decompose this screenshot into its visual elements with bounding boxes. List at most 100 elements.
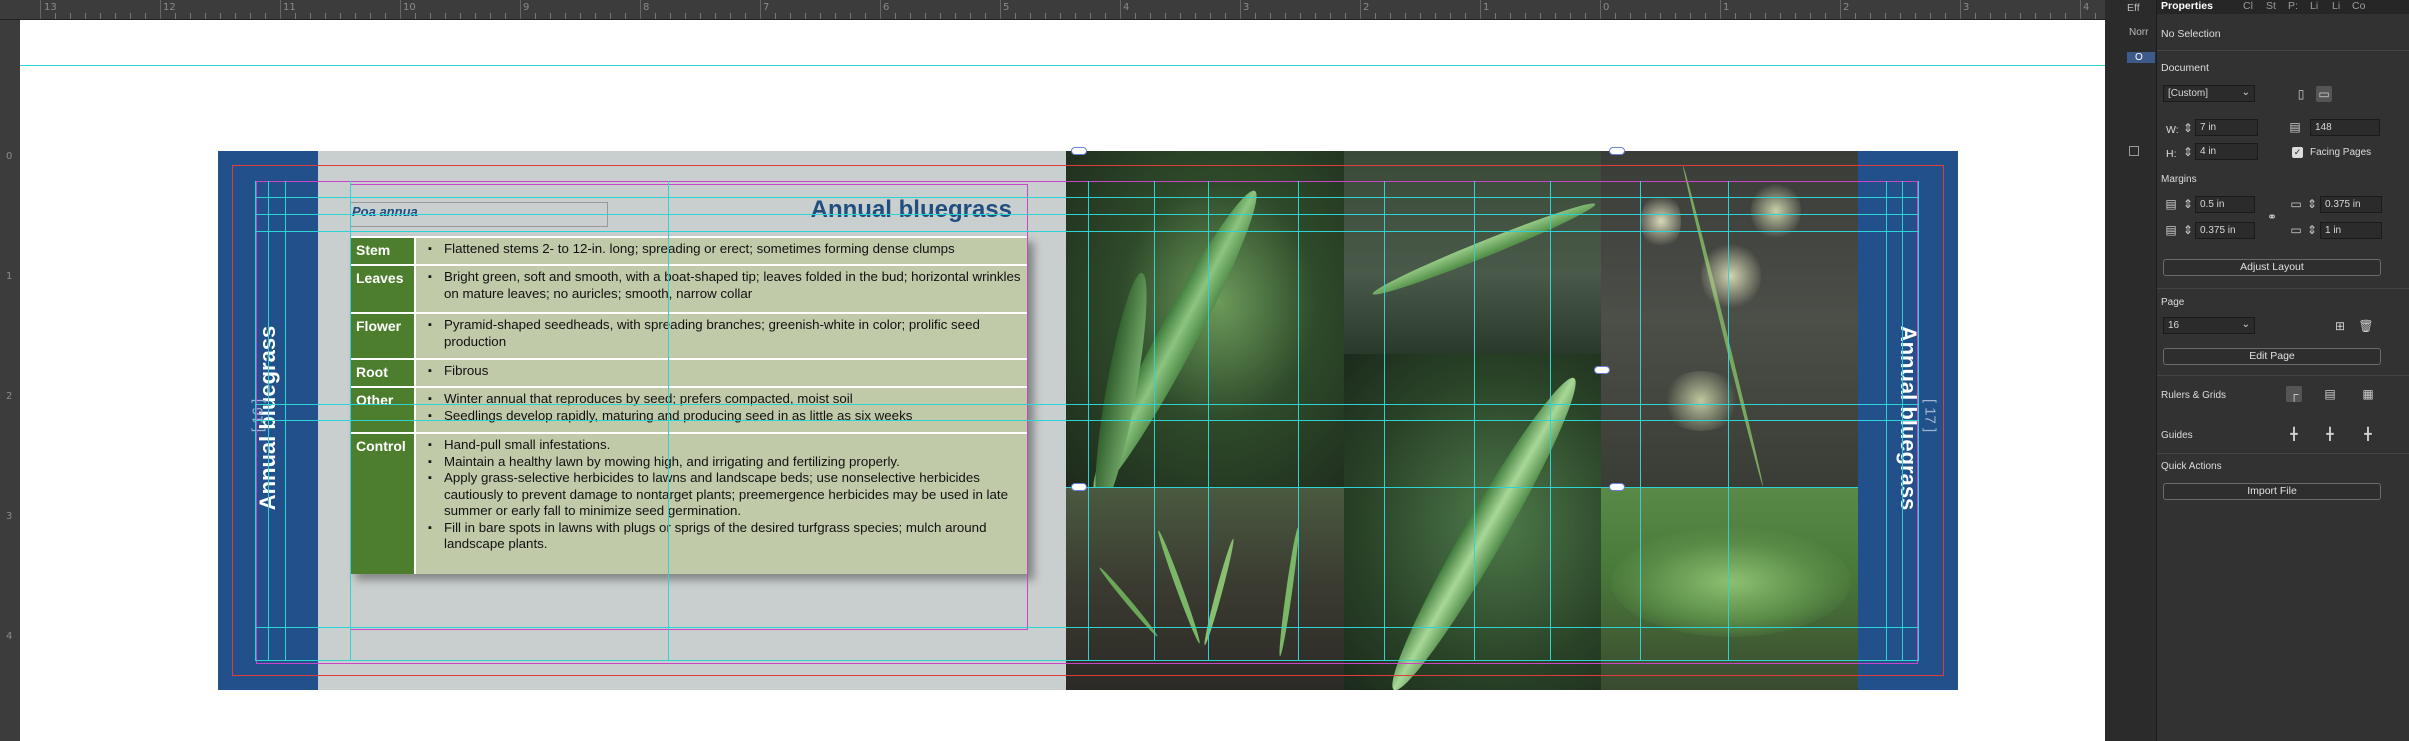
row-guide[interactable] xyxy=(256,627,1918,628)
column-guide[interactable] xyxy=(1918,181,1919,661)
margin-inside-field[interactable]: 0.375 in xyxy=(2320,196,2382,213)
ruler-tick xyxy=(1660,13,1661,19)
column-guide[interactable] xyxy=(268,181,269,661)
tab-cc-libraries[interactable]: Cl xyxy=(2243,0,2253,12)
tab-color[interactable]: Co xyxy=(2352,0,2365,12)
stepper-icon[interactable]: ⇕ xyxy=(2183,120,2193,136)
width-field[interactable]: 7 in xyxy=(2195,119,2258,136)
effects-tab[interactable]: Eff xyxy=(2127,2,2140,14)
panel-tabs: Properties Cl St P: Li Li Co xyxy=(2157,0,2409,14)
row-guide[interactable] xyxy=(256,420,1918,421)
tab-pages[interactable]: P: xyxy=(2288,0,2298,12)
ruler-tick xyxy=(1015,13,1016,19)
column-guide[interactable] xyxy=(1088,181,1089,661)
column-guide[interactable] xyxy=(350,181,351,661)
horizontal-ruler[interactable]: 13 12 11 10 9 8 7 6 5 4 3 2 1 0 1 2 3 4 xyxy=(0,0,2105,20)
stepper-icon[interactable]: ⇕ xyxy=(2183,222,2193,238)
row-guide[interactable] xyxy=(256,404,1918,405)
ruler-tick xyxy=(475,13,476,19)
landscape-orientation-icon[interactable]: ▭ xyxy=(2316,86,2332,102)
smart-guides-icon[interactable]: ╋ xyxy=(2360,426,2376,442)
column-guide[interactable] xyxy=(1728,181,1729,661)
column-guide[interactable] xyxy=(1474,181,1475,661)
frame-link-handle[interactable] xyxy=(1609,483,1625,491)
ruler-tick xyxy=(1225,13,1226,19)
stepper-icon[interactable]: ⇕ xyxy=(2307,222,2317,238)
ruler-guide[interactable] xyxy=(20,65,2105,66)
page-select[interactable]: 16 ⌄ xyxy=(2163,317,2255,334)
row-guide[interactable] xyxy=(256,197,1918,198)
frame-link-handle[interactable] xyxy=(1609,147,1625,155)
frame-link-handle[interactable] xyxy=(1594,366,1610,374)
ruler-tick xyxy=(460,13,461,19)
margin-bottom-field[interactable]: 0.375 in xyxy=(2195,222,2255,239)
divider xyxy=(2157,50,2409,51)
margin-top-field[interactable]: 0.5 in xyxy=(2195,196,2255,213)
column-guide[interactable] xyxy=(1640,181,1641,661)
vertical-ruler[interactable]: 0 1 2 3 4 xyxy=(0,20,20,741)
ruler-tick xyxy=(1810,13,1811,19)
column-guide[interactable] xyxy=(1886,181,1887,661)
checkbox[interactable] xyxy=(2129,146,2139,156)
ruler-number: 3 xyxy=(1963,2,1970,13)
add-page-icon[interactable]: ⊞ xyxy=(2332,318,2348,334)
row-guide[interactable] xyxy=(256,214,1918,215)
frame-link-handle[interactable] xyxy=(1071,147,1087,155)
link-margins-icon[interactable]: ⚭ xyxy=(2264,209,2280,225)
object-row[interactable]: O xyxy=(2127,52,2155,63)
ruler-number: 2 xyxy=(6,391,13,402)
ruler-tick xyxy=(370,13,371,19)
edit-page-button[interactable]: Edit Page xyxy=(2163,348,2381,365)
pages-count-field[interactable]: 148 xyxy=(2310,119,2380,136)
stepper-icon[interactable]: ⇕ xyxy=(2183,144,2193,160)
ruler-tick xyxy=(1285,13,1286,19)
lock-guides-icon[interactable]: ╋ xyxy=(2322,426,2338,442)
column-guide[interactable] xyxy=(668,181,669,661)
ruler-tick xyxy=(250,13,251,19)
column-guide[interactable] xyxy=(1902,181,1903,661)
column-guide[interactable] xyxy=(1154,181,1155,661)
stepper-icon[interactable]: ⇕ xyxy=(2183,196,2193,212)
row-guide[interactable] xyxy=(256,231,1918,232)
ruler-tick xyxy=(775,13,776,19)
column-guide[interactable] xyxy=(285,181,286,661)
height-field[interactable]: 4 in xyxy=(2195,143,2258,160)
ruler-tick xyxy=(1945,13,1946,19)
row-guide[interactable] xyxy=(256,660,1918,661)
show-guides-icon[interactable]: ╋ xyxy=(2286,426,2302,442)
column-guide[interactable] xyxy=(255,181,256,661)
ruler-tick xyxy=(970,13,971,19)
column-guide[interactable] xyxy=(1384,181,1385,661)
rulers-grids-title: Rulers & Grids xyxy=(2161,390,2227,401)
collapsed-panel-strip[interactable]: Eff Norr O xyxy=(2105,0,2157,741)
ruler-number: 0 xyxy=(1603,2,1610,13)
document-preset-select[interactable]: [Custom] ⌄ xyxy=(2163,85,2255,102)
ruler-tick xyxy=(325,13,326,19)
portrait-orientation-icon[interactable]: ▯ xyxy=(2293,86,2309,102)
divider xyxy=(2157,453,2409,454)
tab-layers[interactable]: Li xyxy=(2332,0,2340,12)
row-guide[interactable] xyxy=(1066,487,1858,488)
ruler-toggle-icon[interactable]: ┌ xyxy=(2286,386,2302,402)
ruler-tick xyxy=(1675,13,1676,19)
ruler-tick xyxy=(1030,13,1031,19)
tab-properties[interactable]: Properties xyxy=(2161,0,2213,12)
stepper-icon[interactable]: ⇕ xyxy=(2307,196,2317,212)
baseline-grid-icon[interactable]: ▤ xyxy=(2322,386,2338,402)
delete-page-icon[interactable]: 🗑 xyxy=(2358,318,2374,334)
tab-stroke[interactable]: St xyxy=(2266,0,2276,12)
column-guide[interactable] xyxy=(1208,181,1209,661)
normal-mode-label[interactable]: Norr xyxy=(2129,27,2148,38)
facing-pages-checkbox[interactable]: ✓ xyxy=(2292,147,2303,158)
ruler-tick xyxy=(1750,13,1751,19)
pages-icon: ▤ xyxy=(2289,120,2301,134)
column-guide[interactable] xyxy=(1298,181,1299,661)
margin-outside-field[interactable]: 1 in xyxy=(2320,222,2382,239)
frame-link-handle[interactable] xyxy=(1071,483,1087,491)
document-grid-icon[interactable]: ▦ xyxy=(2360,386,2376,402)
column-guide[interactable] xyxy=(1550,181,1551,661)
ruler-tick xyxy=(280,0,281,19)
import-file-button[interactable]: Import File xyxy=(2163,483,2381,500)
adjust-layout-button[interactable]: Adjust Layout xyxy=(2163,259,2381,276)
tab-links[interactable]: Li xyxy=(2310,0,2318,12)
